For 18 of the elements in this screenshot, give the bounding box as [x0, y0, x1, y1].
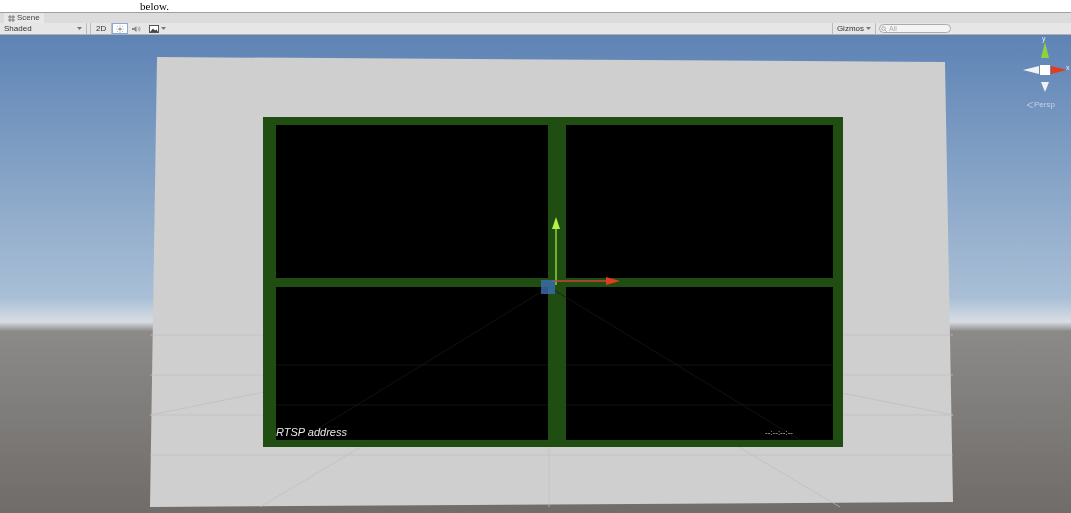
scene-tab[interactable]: Scene	[4, 13, 44, 23]
caret-icon	[77, 26, 82, 31]
address-label: RTSP address	[276, 427, 347, 438]
speaker-icon	[132, 24, 142, 33]
orientation-gizmo-icon	[1023, 42, 1067, 92]
caret-icon	[161, 26, 167, 31]
perspective-icon	[1027, 102, 1033, 108]
image-icon	[149, 24, 160, 33]
sun-icon	[116, 24, 125, 33]
timecode-text: --:--:--:--	[765, 429, 793, 437]
move-gizmo-icon	[541, 217, 620, 294]
caret-icon	[866, 26, 871, 31]
gizmos-dropdown[interactable]: Gizmos	[831, 23, 876, 34]
shading-dropdown[interactable]: Shaded	[0, 23, 87, 34]
grid-icon	[8, 14, 15, 22]
caption-text: below.	[140, 1, 169, 12]
search-icon	[881, 25, 887, 32]
lighting-toggle[interactable]	[112, 23, 129, 34]
